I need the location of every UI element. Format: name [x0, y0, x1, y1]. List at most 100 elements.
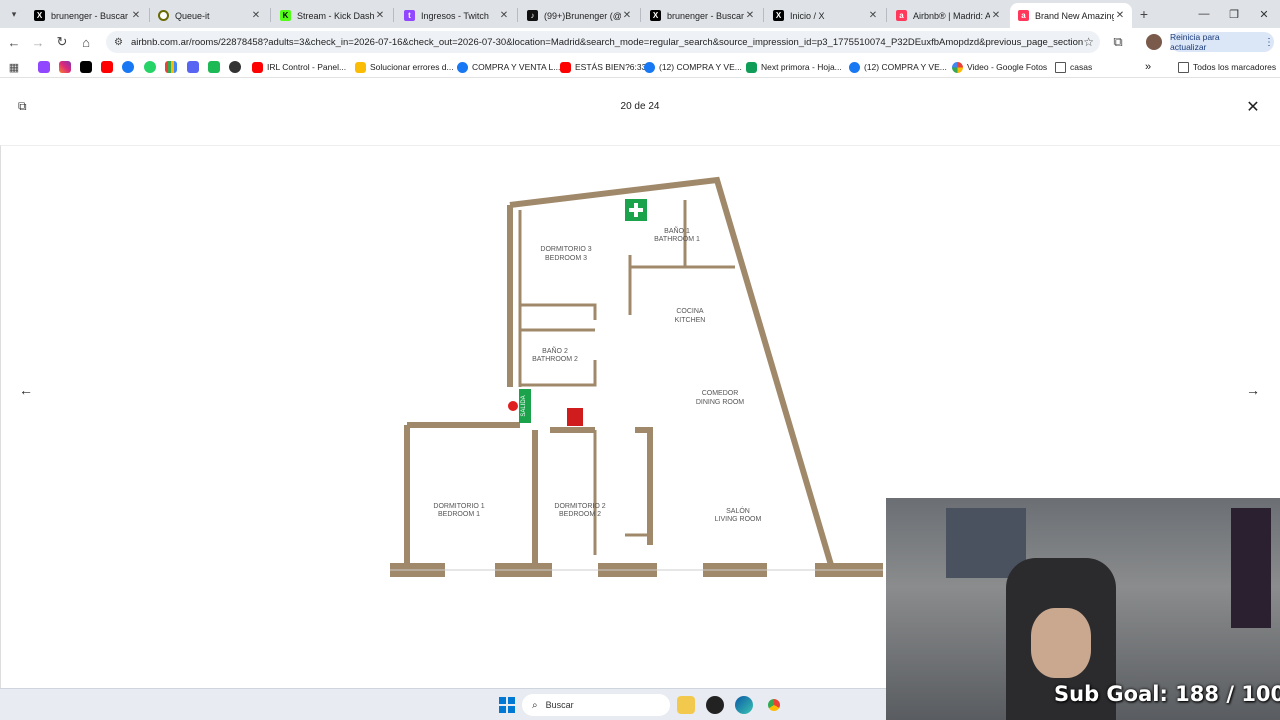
windows-start-icon[interactable]: [499, 697, 515, 713]
bookmark-8[interactable]: Video - Google Fotos: [952, 59, 1047, 75]
tab-5[interactable]: ♪ (99+)Brunenger (@b ✕: [519, 3, 639, 28]
tab-6[interactable]: X brunenger - Buscar / ✕: [642, 3, 762, 28]
close-tab-icon[interactable]: ✕: [744, 10, 756, 21]
tab-3[interactable]: K Stream - Kick Dashbo ✕: [272, 3, 392, 28]
twitch-bookmark-icon[interactable]: [38, 61, 50, 73]
profile-avatar[interactable]: [1146, 34, 1162, 50]
tab-title: brunenger - Buscar /: [667, 10, 744, 21]
bookmark-label: ESTÁS BIEN?6:33: [575, 62, 647, 72]
discord-bookmark-icon[interactable]: [187, 61, 199, 73]
extensions-icon[interactable]: ⧉: [1108, 32, 1128, 52]
bookmark-label: (12) COMPRA Y VE...: [864, 62, 947, 72]
bookmark-1[interactable]: IRL Control - Panel...: [252, 59, 346, 75]
bookmark-3[interactable]: COMPRA Y VENTA L...: [457, 59, 560, 75]
google-icon: [355, 61, 366, 73]
home-icon[interactable]: ⌂: [76, 32, 96, 52]
tab-separator: [763, 8, 764, 22]
bookmark-label: IRL Control - Panel...: [267, 62, 347, 72]
menu-dots-icon[interactable]: ⋮: [1264, 37, 1274, 48]
search-placeholder: Buscar: [545, 700, 574, 710]
close-tab-icon[interactable]: ✕: [498, 10, 510, 21]
kitchen-label-en: KITCHEN: [675, 317, 706, 324]
all-bookmarks-folder[interactable]: Todos los marcadores: [1178, 59, 1276, 75]
bookmark-9[interactable]: casas: [1055, 59, 1092, 75]
back-icon[interactable]: ←: [4, 32, 24, 52]
folder-icon: [1178, 61, 1189, 73]
edge-icon[interactable]: [735, 696, 753, 714]
close-tab-icon[interactable]: ✕: [621, 10, 633, 21]
bookmark-4[interactable]: ESTÁS BIEN?6:33: [560, 59, 646, 75]
address-bar[interactable]: ⚙ airbnb.com.ar/rooms/22878458?adults=3&…: [106, 31, 1100, 53]
facebook-icon: [457, 61, 468, 73]
minimize-icon[interactable]: —: [1188, 0, 1220, 28]
apps-grid-icon[interactable]: ▦: [4, 57, 24, 77]
close-tab-icon[interactable]: ✕: [867, 10, 879, 21]
new-tab-icon[interactable]: +: [1134, 4, 1154, 24]
copy-icon[interactable]: ⧉: [18, 99, 34, 115]
floor-plan: DORMITORIO 3 BEDROOM 3 BAÑO 1 BATHROOM 1…: [390, 176, 883, 577]
url-text[interactable]: airbnb.com.ar/rooms/22878458?adults=3&ch…: [131, 37, 1083, 48]
browser-toolbar: ← → ↻ ⌂ ⚙ airbnb.com.ar/rooms/22878458?a…: [0, 28, 1280, 56]
taskbar-search[interactable]: ⌕ Buscar: [522, 694, 670, 716]
file-explorer-icon[interactable]: [677, 696, 695, 714]
tab-1[interactable]: X brunenger - Buscar / ✕: [26, 3, 148, 28]
search-icon: ⌕: [532, 699, 538, 711]
tab-2[interactable]: Queue-it ✕: [150, 3, 268, 28]
previous-photo-icon[interactable]: ←: [14, 378, 38, 402]
tiktok-logo-icon: ♪: [527, 10, 538, 21]
close-window-icon[interactable]: ✕: [1248, 0, 1280, 28]
google-bookmark-icon[interactable]: [165, 61, 177, 73]
kitchen-label: COCINA: [676, 308, 704, 315]
bookmark-2[interactable]: Solucionar errores d...: [355, 59, 454, 75]
whatsapp-bookmark-icon[interactable]: [144, 61, 156, 73]
airbnb-logo-icon: a: [1018, 10, 1029, 21]
youtube-bookmark-icon[interactable]: [101, 61, 113, 73]
twitch-logo-icon: t: [404, 10, 415, 21]
bedroom-1-label: DORMITORIO 1: [433, 503, 484, 510]
tab-search-icon[interactable]: ▾: [4, 4, 24, 24]
bedroom-2-label-en: BEDROOM 2: [559, 511, 601, 518]
bookmark-label: casas: [1070, 62, 1093, 72]
next-photo-icon[interactable]: →: [1241, 378, 1265, 402]
exit-sign-label: SALIDA: [521, 395, 527, 416]
chrome-icon[interactable]: [765, 696, 783, 714]
youtube-icon: [560, 61, 571, 73]
close-tab-icon[interactable]: ✕: [1114, 10, 1126, 21]
bookmark-6[interactable]: Next primora - Hoja...: [746, 59, 842, 75]
github-bookmark-icon[interactable]: [229, 61, 241, 73]
bedroom-1-label-en: BEDROOM 1: [438, 511, 480, 518]
close-tab-icon[interactable]: ✕: [250, 10, 262, 21]
update-button[interactable]: Reinicia para actualizar ⋮: [1170, 32, 1274, 52]
tab-4[interactable]: t Ingresos - Twitch ✕: [396, 3, 516, 28]
sub-goal-label: Sub Goal:: [1054, 682, 1168, 706]
tab-9-active[interactable]: a Brand New Amazing ✕: [1010, 3, 1132, 28]
site-info-icon[interactable]: ⚙: [114, 37, 123, 48]
bookmark-label: Solucionar errores d...: [370, 62, 454, 72]
bookmark-7[interactable]: (12) COMPRA Y VE...: [849, 59, 947, 75]
close-tab-icon[interactable]: ✕: [374, 10, 386, 21]
x-bookmark-icon[interactable]: [80, 61, 92, 73]
kick-bookmark-icon[interactable]: [208, 61, 220, 73]
facebook-icon: [849, 61, 860, 73]
forward-icon[interactable]: →: [28, 32, 48, 52]
x-logo-icon: X: [773, 10, 784, 21]
room-labels: DORMITORIO 3 BEDROOM 3 BAÑO 1 BATHROOM 1…: [433, 226, 761, 523]
update-label: Reinicia para actualizar: [1170, 32, 1220, 52]
facebook-bookmark-icon[interactable]: [122, 61, 134, 73]
tab-7[interactable]: X Inicio / X ✕: [765, 3, 885, 28]
bookmark-5[interactable]: (12) COMPRA Y VE...: [644, 59, 742, 75]
instagram-bookmark-icon[interactable]: [59, 61, 71, 73]
airbnb-logo-icon: a: [896, 10, 907, 21]
folder-icon: [1055, 61, 1066, 73]
more-bookmarks-icon[interactable]: »: [1145, 59, 1151, 75]
tab-8[interactable]: a Airbnb® | Madrid: Al ✕: [888, 3, 1008, 28]
restore-icon[interactable]: ❐: [1218, 0, 1250, 28]
bookmark-star-icon[interactable]: ☆: [1083, 35, 1094, 49]
reload-icon[interactable]: ↻: [52, 32, 72, 52]
close-tab-icon[interactable]: ✕: [130, 10, 142, 21]
app-icon[interactable]: [706, 696, 724, 714]
kick-logo-icon: K: [280, 10, 291, 21]
fire-extinguisher-icon: [567, 408, 583, 426]
close-viewer-icon[interactable]: ✕: [1243, 97, 1263, 117]
close-tab-icon[interactable]: ✕: [990, 10, 1002, 21]
